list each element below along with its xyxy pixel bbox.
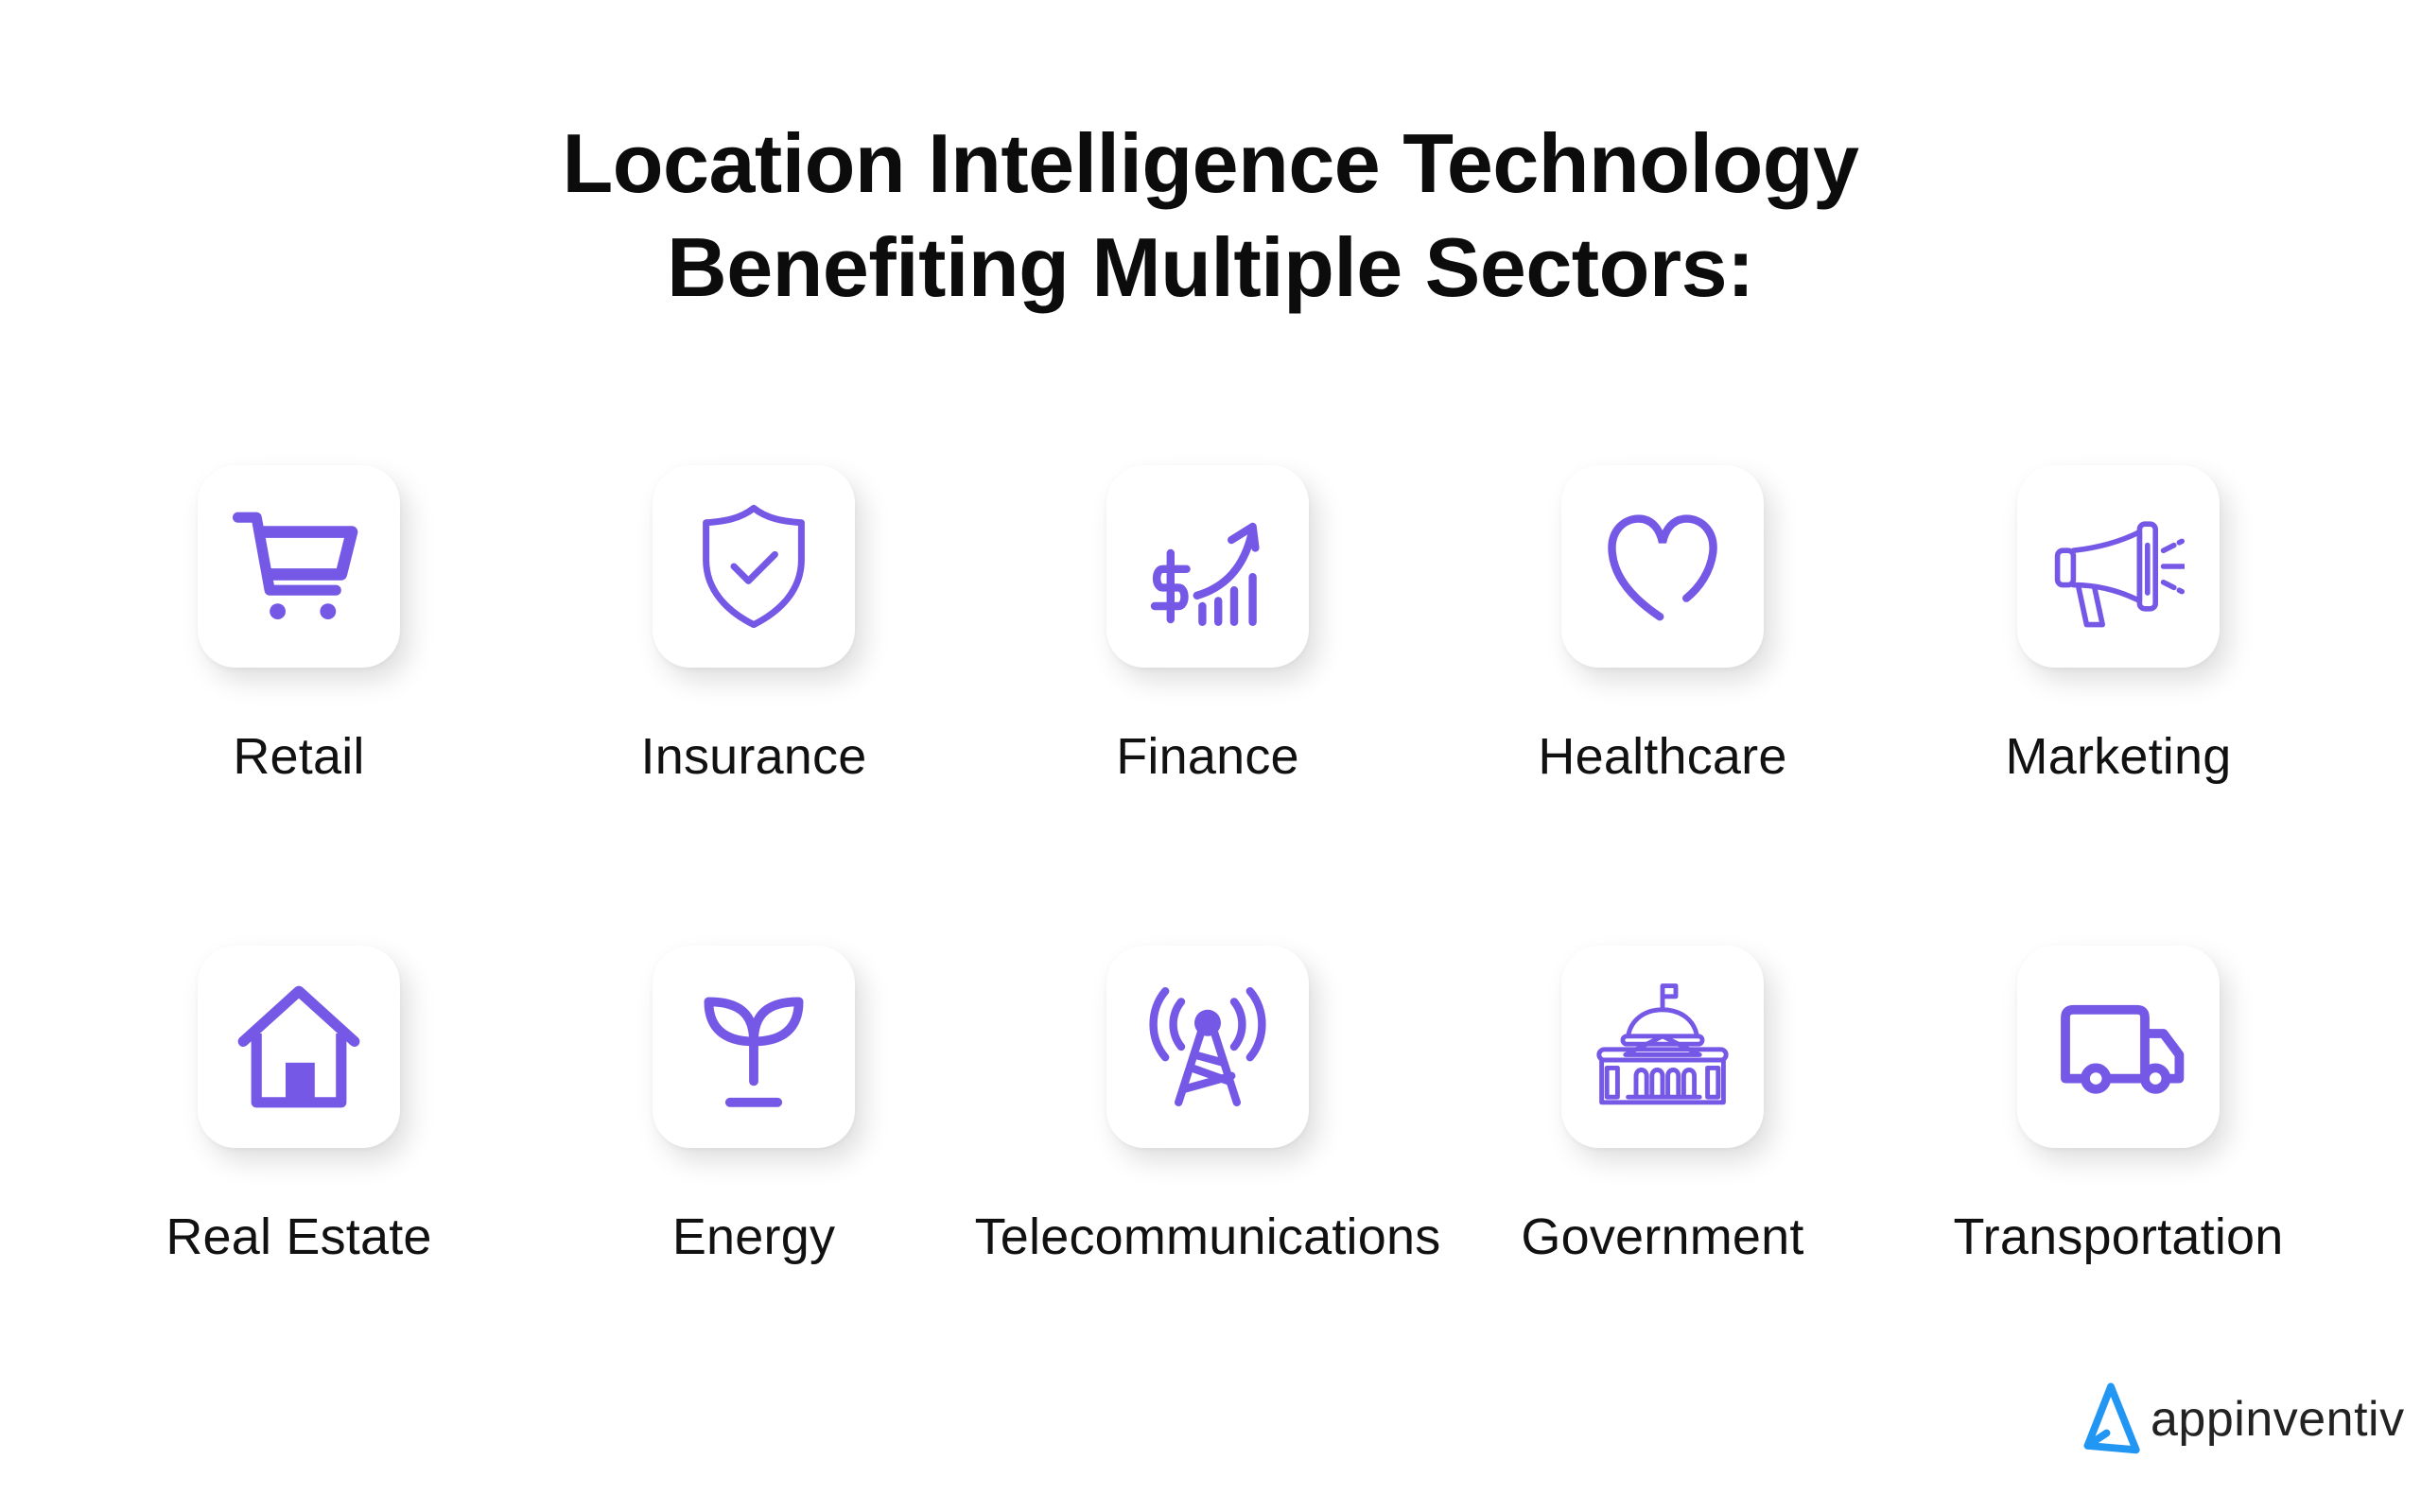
delivery-truck-icon [2061,1004,2185,1094]
shield-check-icon [703,504,805,629]
shopping-cart-icon [233,512,358,619]
sector-insurance: Insurance [489,465,1019,787]
title-line-2: Benefiting Multiple Sectors: [667,220,1754,314]
sector-label: Retail [233,728,365,785]
page-title: Location Intelligence Technology Benefit… [0,112,2421,320]
sector-label: Telecommunications [974,1208,1441,1265]
sector-retail: Retail [34,465,564,787]
sector-card [1106,465,1309,668]
sector-government: Government [1398,946,1927,1267]
megaphone-icon [2054,521,2185,628]
sector-real-estate: Real Estate [34,946,564,1267]
sector-transportation: Transportation [1854,946,2383,1267]
house-icon [237,985,360,1108]
title-line-1: Location Intelligence Technology [562,116,1859,210]
sector-card [2017,465,2220,668]
sector-telecommunications: Telecommunications [943,946,1472,1267]
sector-label: Energy [671,1208,836,1265]
sector-card [2017,946,2220,1148]
sector-label: Government [1521,1208,1804,1265]
plant-sprout-icon [704,997,804,1107]
sector-card [1561,946,1764,1148]
sector-label: Healthcare [1538,728,1787,785]
sector-card [653,946,855,1148]
sector-finance: Finance [943,465,1472,787]
radio-tower-icon [1149,987,1266,1106]
sector-healthcare: Healthcare [1398,465,1927,787]
sector-card [198,465,400,668]
sector-marketing: Marketing [1854,465,2383,787]
brand-name: appinventiv [2151,1392,2405,1447]
dollar-growth-chart-icon [1150,522,1260,626]
sector-card [1561,465,1764,668]
sector-card [198,946,400,1148]
capitol-building-icon [1596,983,1729,1105]
sector-energy: Energy [489,946,1019,1267]
appinventiv-logo-icon [2083,1382,2140,1454]
sector-label: Finance [1116,728,1299,785]
sector-card [1106,946,1309,1148]
sector-label: Marketing [2005,728,2232,785]
sector-label: Real Estate [165,1208,432,1265]
brand-logo: appinventiv [2077,1382,2405,1456]
heart-icon [1608,514,1717,621]
sector-label: Insurance [640,728,867,785]
sector-label: Transportation [1953,1208,2284,1265]
sector-card [653,465,855,668]
